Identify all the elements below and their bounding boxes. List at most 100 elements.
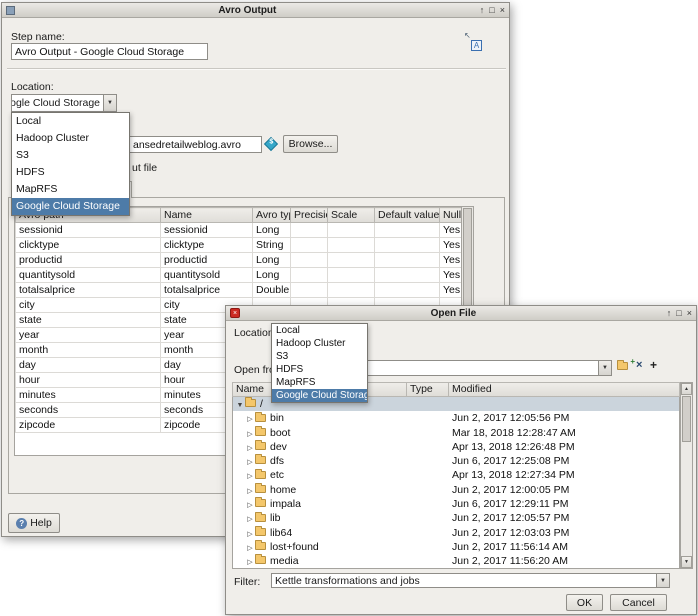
file-row[interactable]: ▷ lib Jun 2, 2017 12:05:57 PM (233, 511, 679, 525)
table-cell[interactable] (290, 237, 328, 253)
table-cell[interactable]: sessionid (15, 222, 161, 238)
table-cell[interactable] (374, 222, 440, 238)
table-cell[interactable]: zipcode (15, 417, 161, 433)
file-row[interactable]: ▷ bin Jun 2, 2017 12:05:56 PM (233, 411, 679, 425)
location-option[interactable]: Hadoop Cluster (12, 130, 129, 147)
filename-input[interactable] (129, 136, 262, 153)
delete-icon[interactable]: × (636, 359, 642, 371)
location-option[interactable]: Hadoop Cluster (272, 337, 367, 350)
maximize-icon[interactable]: □ (676, 307, 681, 320)
table-cell[interactable]: clicktype (15, 237, 161, 253)
column-header[interactable]: Name (160, 207, 253, 223)
location-option[interactable]: HDFS (12, 164, 129, 181)
file-row[interactable]: ▷ boot Mar 18, 2018 12:28:47 AM (233, 425, 679, 440)
file-row[interactable]: ▷ impala Jun 6, 2017 12:29:11 PM (233, 497, 679, 511)
table-cell[interactable]: clicktype (160, 237, 253, 253)
location-option[interactable]: S3 (272, 350, 367, 363)
table-cell[interactable]: day (15, 357, 161, 373)
location-option[interactable]: Google Cloud Storage (272, 389, 367, 402)
table-cell[interactable] (327, 237, 375, 253)
table-cell[interactable]: Yes (439, 222, 461, 238)
expander-closed-icon[interactable]: ▷ (245, 556, 255, 568)
table-cell[interactable]: city (15, 297, 161, 313)
file-row[interactable]: ▷ dev Apr 13, 2018 12:26:48 PM (233, 440, 679, 454)
table-cell[interactable]: productid (15, 252, 161, 268)
column-header[interactable]: Null (439, 207, 461, 223)
browse-button[interactable]: Browse... (283, 135, 338, 153)
table-cell[interactable]: minutes (15, 387, 161, 403)
file-row[interactable]: ▷ lib64 Jun 2, 2017 12:03:03 PM (233, 525, 679, 540)
help-button[interactable]: ? Help (8, 513, 60, 533)
table-cell[interactable] (327, 267, 375, 283)
table-cell[interactable] (290, 267, 328, 283)
file-row[interactable]: ▷ etc Apr 13, 2018 12:27:34 PM (233, 468, 679, 482)
file-row[interactable]: ▷ home Jun 2, 2017 12:00:05 PM (233, 483, 679, 497)
location-option[interactable]: Local (272, 324, 367, 337)
scrollbar-thumb[interactable] (682, 396, 691, 442)
location-option[interactable]: S3 (12, 147, 129, 164)
table-cell[interactable]: state (15, 312, 161, 328)
table-cell[interactable]: productid (160, 252, 253, 268)
column-header[interactable]: Avro type (252, 207, 291, 223)
ok-button[interactable]: OK (566, 594, 603, 611)
table-cell[interactable]: month (15, 342, 161, 358)
table-cell[interactable]: Yes (439, 267, 461, 283)
table-cell[interactable] (327, 222, 375, 238)
table-cell[interactable]: Long (252, 267, 291, 283)
location-option[interactable]: Local (12, 113, 129, 130)
table-cell[interactable]: year (15, 327, 161, 343)
scroll-down-icon[interactable]: ▼ (681, 556, 692, 568)
avro-titlebar[interactable]: Avro Output ↑ □ × (2, 3, 509, 18)
location-option[interactable]: MapRFS (272, 376, 367, 389)
add-icon[interactable]: + (650, 358, 657, 372)
dropdown-arrow-icon[interactable]: ▼ (103, 95, 116, 111)
dropdown-arrow-icon[interactable]: ▼ (598, 361, 611, 375)
table-row[interactable]: totalsalprice totalsalprice Double Yes (15, 282, 461, 298)
table-row[interactable]: sessionid sessionid Long Yes (15, 222, 461, 238)
table-cell[interactable] (327, 282, 375, 298)
file-row[interactable]: ▷ media Jun 2, 2017 11:56:20 AM (233, 554, 679, 568)
dropdown-arrow-icon[interactable]: ▼ (656, 574, 669, 587)
minimize-icon[interactable]: ↑ (480, 4, 485, 17)
column-header[interactable]: Default value (374, 207, 440, 223)
cancel-button[interactable]: Cancel (610, 594, 667, 611)
scroll-up-icon[interactable]: ▲ (681, 383, 692, 395)
table-cell[interactable]: hour (15, 372, 161, 388)
table-cell[interactable]: Double (252, 282, 291, 298)
location-option[interactable]: MapRFS (12, 181, 129, 198)
table-cell[interactable] (374, 237, 440, 253)
table-cell[interactable] (374, 252, 440, 268)
table-cell[interactable]: Long (252, 252, 291, 268)
location-option[interactable]: HDFS (272, 363, 367, 376)
filter-dropdown[interactable]: Kettle transformations and jobs ▼ (271, 573, 670, 588)
text-variable-icon[interactable]: ↖ A (464, 31, 482, 51)
close-icon[interactable]: × (687, 307, 692, 320)
table-cell[interactable]: String (252, 237, 291, 253)
table-cell[interactable]: sessionid (160, 222, 253, 238)
close-icon[interactable]: × (500, 4, 505, 17)
file-row[interactable]: ▷ lost+found Jun 2, 2017 11:56:14 AM (233, 540, 679, 554)
new-folder-icon[interactable]: + (617, 357, 635, 373)
open-file-titlebar[interactable]: × Open File ↑ □ × (226, 306, 696, 321)
column-header[interactable]: Scale (327, 207, 375, 223)
table-cell[interactable]: Long (252, 222, 291, 238)
table-cell[interactable] (374, 267, 440, 283)
column-header[interactable]: Modified (449, 383, 679, 396)
table-cell[interactable]: seconds (15, 402, 161, 418)
table-cell[interactable]: Yes (439, 282, 461, 298)
step-name-input[interactable] (11, 43, 208, 60)
table-cell[interactable] (374, 282, 440, 298)
table-row[interactable]: quantitysold quantitysold Long Yes (15, 267, 461, 283)
table-cell[interactable]: quantitysold (160, 267, 253, 283)
table-cell[interactable]: totalsalprice (160, 282, 253, 298)
table-cell[interactable]: Yes (439, 252, 461, 268)
maximize-icon[interactable]: □ (489, 4, 494, 17)
table-cell[interactable] (290, 252, 328, 268)
location-dropdown[interactable]: Google Cloud Storage ▼ (11, 94, 117, 112)
table-cell[interactable]: Yes (439, 237, 461, 253)
table-row[interactable]: productid productid Long Yes (15, 252, 461, 268)
file-row[interactable]: ▷ dfs Jun 6, 2017 12:25:08 PM (233, 454, 679, 468)
minimize-icon[interactable]: ↑ (667, 307, 672, 320)
table-cell[interactable] (327, 252, 375, 268)
file-table-scrollbar[interactable]: ▲ ▼ (680, 382, 693, 569)
